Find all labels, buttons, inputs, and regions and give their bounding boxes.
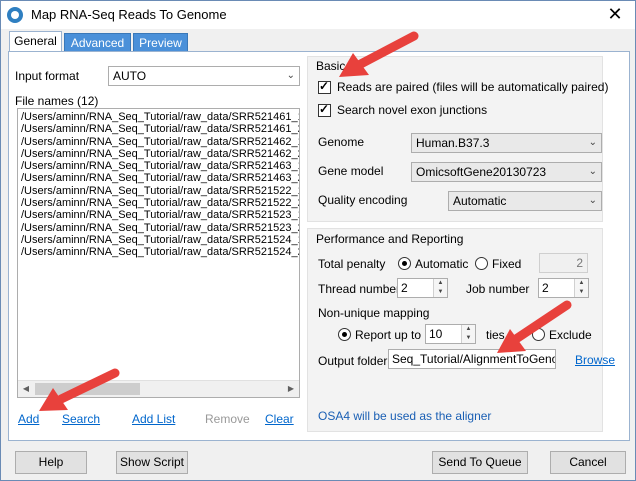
report-up-to-radio[interactable] — [338, 328, 351, 341]
horizontal-scrollbar[interactable]: ◀ ▶ — [18, 380, 299, 397]
add-link[interactable]: Add — [18, 412, 39, 426]
list-item[interactable]: /Users/aminn/RNA_Seq_Tutorial/raw_data/S… — [18, 246, 299, 258]
list-item[interactable]: /Users/aminn/RNA_Seq_Tutorial/raw_data/S… — [18, 111, 299, 123]
gene-model-label: Gene model — [318, 164, 384, 178]
scroll-right-icon[interactable]: ▶ — [283, 381, 299, 397]
total-penalty-label: Total penalty — [318, 257, 386, 271]
stepper-down-icon[interactable]: ▼ — [462, 334, 475, 343]
chevron-down-icon: ⌄ — [286, 70, 295, 81]
stepper-down-icon[interactable]: ▼ — [434, 288, 447, 297]
stepper-down-icon[interactable]: ▼ — [575, 288, 588, 297]
stepper-buttons[interactable]: ▲ ▼ — [433, 279, 447, 297]
thread-number-stepper[interactable]: 2 ▲ ▼ — [397, 278, 448, 298]
quality-encoding-label: Quality encoding — [318, 193, 408, 207]
quality-encoding-value: Automatic — [453, 194, 507, 208]
close-icon[interactable]: ✕ — [603, 3, 627, 25]
report-count-stepper[interactable]: 10 ▲ ▼ — [425, 324, 476, 344]
stepper-buttons[interactable]: ▲ ▼ — [574, 279, 588, 297]
quality-encoding-select[interactable]: Automatic ⌄ — [448, 191, 602, 211]
penalty-fixed-label: Fixed — [492, 257, 522, 271]
list-item[interactable]: /Users/aminn/RNA_Seq_Tutorial/raw_data/S… — [18, 197, 299, 209]
novel-exon-checkbox[interactable] — [318, 102, 331, 117]
list-item[interactable]: /Users/aminn/RNA_Seq_Tutorial/raw_data/S… — [18, 148, 299, 160]
general-panel: Input format AUTO ⌄ File names (12) /Use… — [8, 51, 630, 441]
stepper-up-icon[interactable]: ▲ — [434, 279, 447, 288]
thread-number-value: 2 — [401, 281, 408, 295]
chevron-down-icon: ⌄ — [588, 137, 597, 148]
list-item[interactable]: /Users/aminn/RNA_Seq_Tutorial/raw_data/S… — [18, 123, 299, 135]
genome-select[interactable]: Human.B37.3 ⌄ — [411, 133, 602, 153]
app-logo-icon — [7, 7, 23, 23]
exclude-radio[interactable] — [532, 328, 545, 341]
browse-link[interactable]: Browse — [575, 353, 615, 367]
add-list-link[interactable]: Add List — [132, 412, 175, 426]
help-button[interactable]: Help — [15, 451, 87, 474]
penalty-automatic-radio[interactable] — [398, 257, 411, 270]
show-script-button[interactable]: Show Script — [116, 451, 188, 474]
thread-number-label: Thread number — [318, 282, 401, 296]
basic-group: Basic Reads are paired (files will be au… — [307, 56, 608, 222]
penalty-fixed-radio[interactable] — [475, 257, 488, 270]
title-bar: Map RNA-Seq Reads To Genome ✕ — [1, 1, 635, 29]
file-names-list[interactable]: /Users/aminn/RNA_Seq_Tutorial/raw_data/S… — [17, 108, 300, 398]
search-link[interactable]: Search — [62, 412, 100, 426]
chevron-down-icon: ⌄ — [588, 166, 597, 177]
tab-general[interactable]: General — [9, 31, 62, 52]
input-format-label: Input format — [15, 69, 80, 83]
gene-model-select[interactable]: OmicsoftGene20130723 ⌄ — [411, 162, 602, 182]
job-number-label: Job number — [466, 282, 530, 296]
list-item[interactable]: /Users/aminn/RNA_Seq_Tutorial/raw_data/S… — [18, 136, 299, 148]
reads-paired-label: Reads are paired (files will be automati… — [337, 80, 609, 94]
non-unique-label: Non-unique mapping — [318, 306, 430, 320]
novel-exon-label: Search novel exon junctions — [337, 103, 488, 117]
performance-group-title: Performance and Reporting — [316, 232, 464, 246]
cancel-button[interactable]: Cancel — [550, 451, 626, 474]
output-folder-label: Output folder — [318, 354, 388, 368]
file-names-label: File names (12) — [15, 94, 99, 108]
chevron-down-icon: ⌄ — [588, 195, 597, 206]
window-title: Map RNA-Seq Reads To Genome — [31, 7, 227, 22]
basic-group-title: Basic — [316, 59, 346, 73]
performance-group: Performance and Reporting Total penalty … — [307, 228, 615, 432]
input-format-select[interactable]: AUTO ⌄ — [108, 66, 300, 86]
genome-value: Human.B37.3 — [416, 136, 490, 150]
list-item[interactable]: /Users/aminn/RNA_Seq_Tutorial/raw_data/S… — [18, 172, 299, 184]
send-to-queue-button[interactable]: Send To Queue — [432, 451, 528, 474]
aligner-note: OSA4 will be used as the aligner — [318, 409, 492, 423]
report-up-to-label: Report up to — [355, 328, 422, 342]
tab-advanced[interactable]: Advanced — [64, 33, 131, 51]
list-item[interactable]: /Users/aminn/RNA_Seq_Tutorial/raw_data/S… — [18, 160, 299, 172]
penalty-automatic-label: Automatic — [415, 257, 469, 271]
stepper-up-icon[interactable]: ▲ — [575, 279, 588, 288]
scroll-left-icon[interactable]: ◀ — [18, 381, 34, 397]
scrollbar-thumb[interactable] — [35, 383, 140, 395]
ties-label: ties — [486, 328, 505, 342]
job-number-stepper[interactable]: 2 ▲ ▼ — [538, 278, 589, 298]
output-folder-input[interactable]: Seq_Tutorial/AlignmentToGenome — [388, 349, 556, 369]
list-item[interactable]: /Users/aminn/RNA_Seq_Tutorial/raw_data/S… — [18, 185, 299, 197]
list-item[interactable]: /Users/aminn/RNA_Seq_Tutorial/raw_data/S… — [18, 234, 299, 246]
gene-model-value: OmicsoftGene20130723 — [416, 165, 547, 179]
dialog-window: Map RNA-Seq Reads To Genome ✕ General Ad… — [0, 0, 636, 481]
tab-preview[interactable]: Preview — [133, 33, 188, 51]
list-item[interactable]: /Users/aminn/RNA_Seq_Tutorial/raw_data/S… — [18, 222, 299, 234]
stepper-up-icon[interactable]: ▲ — [462, 325, 475, 334]
exclude-label: Exclude — [549, 328, 592, 342]
input-format-value: AUTO — [113, 69, 147, 83]
stepper-buttons[interactable]: ▲ ▼ — [461, 325, 475, 343]
job-number-value: 2 — [542, 281, 549, 295]
clear-link[interactable]: Clear — [265, 412, 294, 426]
fixed-penalty-input[interactable]: 2 — [539, 253, 588, 273]
remove-link[interactable]: Remove — [205, 412, 250, 426]
genome-label: Genome — [318, 135, 365, 149]
report-count-value: 10 — [429, 327, 443, 341]
reads-paired-checkbox[interactable] — [318, 79, 331, 94]
list-item[interactable]: /Users/aminn/RNA_Seq_Tutorial/raw_data/S… — [18, 209, 299, 221]
